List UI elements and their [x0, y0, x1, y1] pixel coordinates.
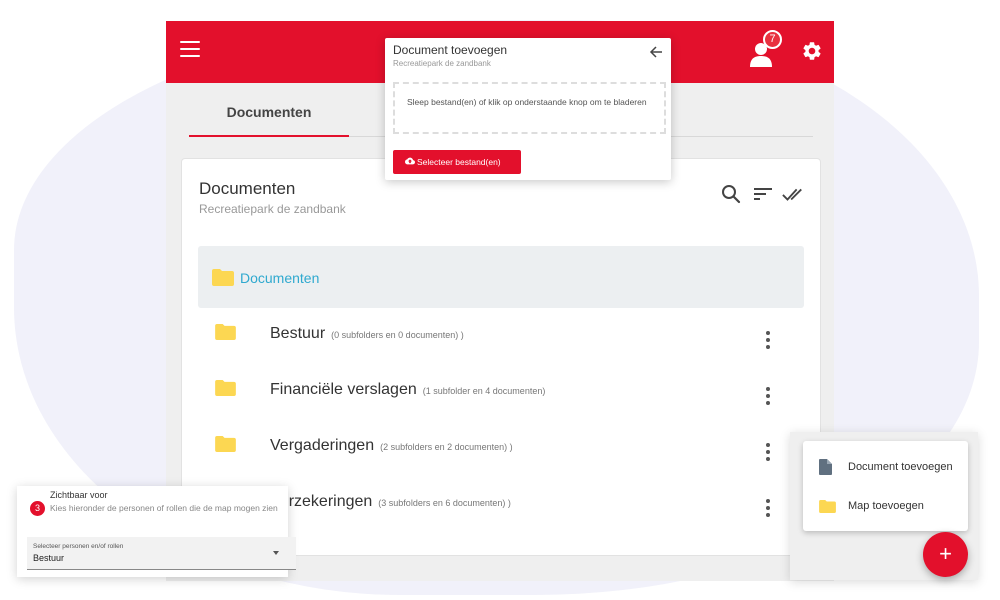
menu-item-map-toevoegen[interactable]: Map toevoegen	[803, 487, 968, 525]
more-options-icon[interactable]	[766, 387, 770, 405]
folder-title: Financiële verslagen	[270, 381, 417, 398]
fab-panel: Document toevoegen Map toevoegen +	[790, 432, 978, 580]
cloud-upload-icon	[405, 157, 415, 165]
folder-icon	[819, 500, 836, 513]
folder-icon	[215, 436, 236, 452]
folder-name: Vergaderingen (2 subfolders en 2 document…	[270, 437, 513, 455]
folder-name: Financiële verslagen (1 subfolder en 4 do…	[270, 381, 545, 399]
drop-zone-text: Sleep bestand(en) of klik op onderstaand…	[407, 97, 647, 107]
visibility-description: Kies hieronder de personen of rollen die…	[50, 503, 278, 513]
folder-title: Vergaderingen	[270, 437, 375, 454]
sort-icon[interactable]	[752, 183, 774, 205]
folder-icon	[215, 324, 236, 340]
current-folder-row[interactable]: Documenten	[198, 246, 804, 308]
folder-count: (0 subfolders en 0 documenten) )	[331, 330, 464, 340]
gear-icon[interactable]	[801, 40, 823, 62]
folder-row-vergaderingen[interactable]: Vergaderingen (2 subfolders en 2 document…	[198, 426, 804, 482]
menu-item-document-toevoegen[interactable]: Document toevoegen	[803, 448, 968, 486]
dialog-subtitle: Recreatiepark de zandbank	[393, 59, 491, 68]
select-files-label: Selecteer bestand(en)	[417, 157, 501, 167]
menu-icon[interactable]	[180, 41, 200, 57]
step-number-badge: 3	[30, 501, 45, 516]
dialog-title: Document toevoegen	[393, 43, 508, 57]
persons-roles-select[interactable]: Selecteer personen en/of rollen Bestuur	[27, 537, 296, 570]
more-options-icon[interactable]	[766, 331, 770, 349]
folder-name: Bestuur (0 subfolders en 0 documenten) )	[270, 325, 464, 343]
folder-icon	[215, 380, 236, 396]
select-value: Bestuur	[33, 553, 65, 563]
add-menu: Document toevoegen Map toevoegen	[803, 441, 968, 531]
folder-name: Verzekeringen (3 subfolders en 6 document…	[270, 493, 511, 511]
folder-count: (2 subfolders en 2 documenten) )	[380, 442, 513, 452]
select-label: Selecteer personen en/of rollen	[33, 543, 124, 550]
document-icon	[819, 459, 832, 475]
visibility-panel: Zichtbaar voor 3 Kies hieronder de perso…	[17, 486, 296, 577]
more-options-icon[interactable]	[766, 443, 770, 461]
folder-icon	[212, 269, 234, 286]
folder-row-verzekeringen[interactable]: Verzekeringen (3 subfolders en 6 document…	[198, 482, 804, 538]
menu-item-label: Document toevoegen	[848, 461, 953, 473]
add-fab-button[interactable]: +	[923, 532, 968, 577]
caret-down-icon	[273, 551, 279, 555]
more-options-icon[interactable]	[766, 499, 770, 517]
menu-item-label: Map toevoegen	[848, 500, 924, 512]
folder-row-financiele-verslagen[interactable]: Financiële verslagen (1 subfolder en 4 do…	[198, 370, 804, 426]
select-files-button[interactable]: Selecteer bestand(en)	[393, 150, 521, 174]
tab-documenten[interactable]: Documenten	[189, 83, 349, 137]
current-folder-label: Documenten	[240, 270, 320, 286]
folder-count: (1 subfolder en 4 documenten)	[422, 386, 546, 396]
folder-title: Bestuur	[270, 325, 326, 342]
notification-badge: 7	[763, 30, 782, 49]
card-subtitle: Recreatiepark de zandbank	[199, 202, 346, 216]
file-drop-zone[interactable]: Sleep bestand(en) of klik op onderstaand…	[393, 82, 666, 134]
active-tab-indicator	[189, 135, 349, 137]
search-icon[interactable]	[720, 183, 742, 205]
folder-row-bestuur[interactable]: Bestuur (0 subfolders en 0 documenten) )	[198, 314, 804, 370]
upload-dialog: Document toevoegen Recreatiepark de zand…	[385, 38, 671, 180]
arrow-left-icon[interactable]	[649, 45, 663, 59]
double-check-icon[interactable]	[782, 183, 804, 205]
folder-count: (3 subfolders en 6 documenten) )	[378, 498, 511, 508]
visibility-title: Zichtbaar voor	[50, 490, 108, 500]
card-title: Documenten	[199, 179, 296, 198]
